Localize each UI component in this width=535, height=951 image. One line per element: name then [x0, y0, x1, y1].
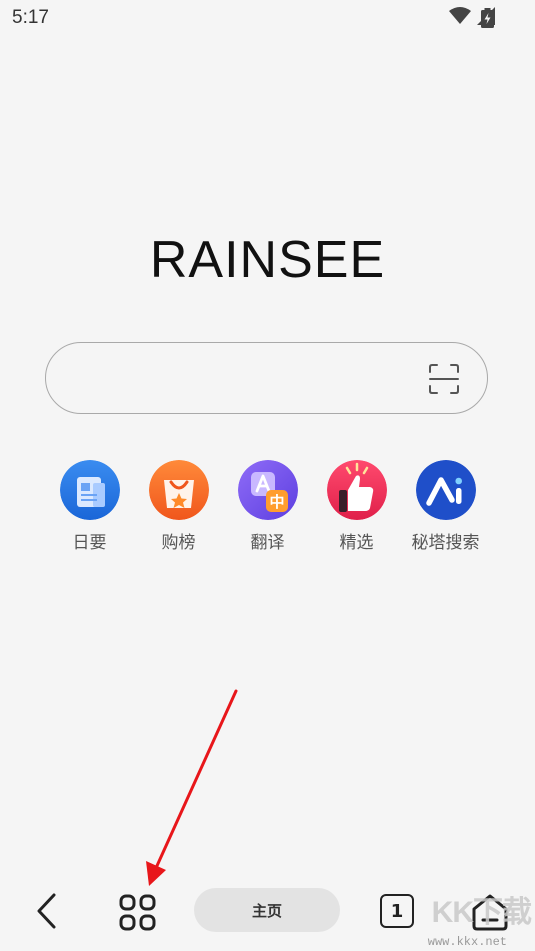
shopping-bag-icon — [148, 460, 209, 520]
back-icon[interactable] — [33, 892, 59, 930]
shortcut-riyao[interactable]: 日要 — [45, 460, 134, 553]
shortcut-mita-search[interactable]: 秘塔搜索 — [401, 460, 490, 553]
search-input[interactable] — [45, 342, 488, 414]
shortcut-label: 翻译 — [250, 533, 285, 553]
home-button[interactable]: 主页 — [194, 888, 340, 932]
metaso-icon — [415, 460, 476, 520]
translate-badge: 中 — [269, 493, 284, 511]
shortcut-gouBang[interactable]: 购榜 — [134, 460, 223, 553]
scan-icon[interactable] — [429, 364, 459, 394]
shortcut-label: 精选 — [339, 533, 374, 553]
news-icon — [59, 460, 120, 520]
brand-logo: RAINSEE — [149, 231, 386, 289]
translate-icon: 中 — [237, 460, 298, 520]
thumbs-up-icon — [326, 460, 387, 520]
shortcut-fanyi[interactable]: 中 翻译 — [223, 460, 312, 553]
shortcut-label: 日要 — [72, 533, 107, 553]
wifi-icon — [449, 7, 471, 24]
battery-charging-icon — [481, 8, 494, 28]
shortcut-grid: 日要 购榜 中 翻译 精选 秘塔搜索 — [45, 460, 490, 553]
status-bar: 5:17 — [0, 0, 535, 38]
tabs-count-button[interactable]: 1 — [380, 894, 414, 928]
watermark-url: www.kkx.net — [427, 935, 507, 949]
shortcut-jingxuan[interactable]: 精选 — [312, 460, 401, 553]
status-time: 5:17 — [12, 7, 49, 28]
shortcut-label: 购榜 — [161, 533, 196, 553]
shortcut-label: 秘塔搜索 — [411, 533, 480, 553]
grid-menu-icon[interactable] — [118, 893, 158, 933]
watermark-logo: KK下载 — [431, 896, 532, 929]
